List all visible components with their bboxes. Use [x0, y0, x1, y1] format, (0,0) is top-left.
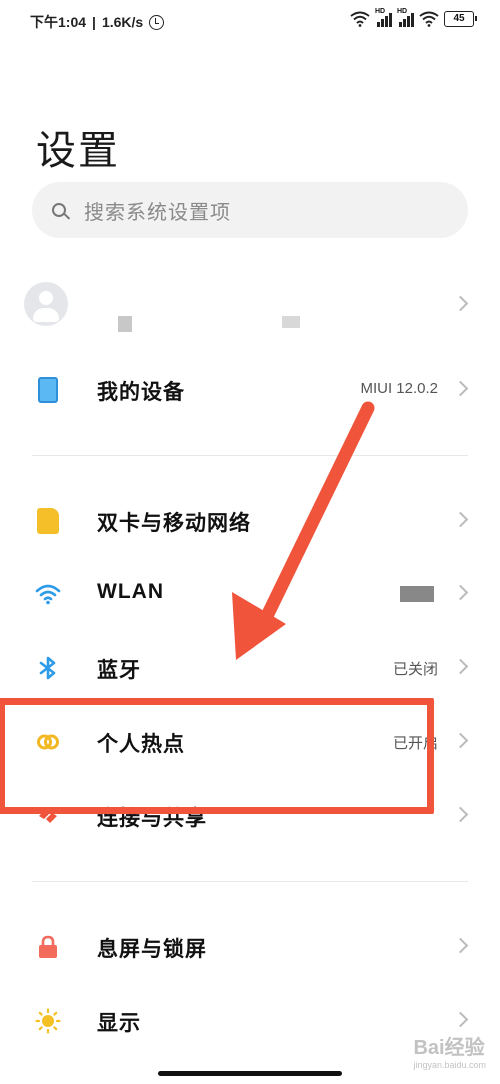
- item-label: 双卡与移动网络: [97, 512, 251, 535]
- item-value: 已关闭: [392, 661, 438, 678]
- chevron-right-icon: [452, 732, 469, 749]
- watermark: Bai经验 jingyan.baidu.com: [413, 1037, 486, 1070]
- settings-item-my-device[interactable]: 我的设备 MIUI 12.0.2: [0, 360, 500, 420]
- blurred-wlan-name: [400, 586, 434, 602]
- chevron-right-icon: [452, 584, 469, 601]
- battery-icon: 45: [444, 11, 477, 27]
- chevron-right-icon: [452, 1011, 469, 1028]
- divider: [32, 881, 468, 882]
- wifi-status-icon: [350, 11, 370, 27]
- search-input[interactable]: 搜索系统设置项: [32, 182, 468, 238]
- chevron-right-icon: [452, 806, 469, 823]
- settings-item-hotspot[interactable]: 个人热点 已开启: [0, 712, 500, 772]
- network-speed: 1.6K/s: [101, 14, 144, 30]
- device-icon: [38, 377, 58, 403]
- item-label: WLAN: [97, 580, 164, 603]
- account-row[interactable]: [0, 275, 500, 335]
- chevron-right-icon: [452, 511, 469, 528]
- item-label: 显示: [97, 1012, 141, 1035]
- lock-icon: [35, 934, 61, 960]
- status-time: 下午1:04: [30, 14, 87, 30]
- status-right: HD HD 45: [350, 8, 477, 27]
- alarm-icon: [149, 14, 165, 30]
- blurred-account-id: [282, 316, 300, 328]
- item-value: MIUI 12.0.2: [360, 380, 438, 397]
- settings-item-lock-screen[interactable]: 息屏与锁屏: [0, 917, 500, 977]
- search-placeholder: 搜索系统设置项: [84, 201, 231, 224]
- item-label: 我的设备: [97, 381, 185, 404]
- chevron-right-icon: [452, 380, 469, 397]
- signal-icon-sim2: HD: [397, 8, 414, 27]
- item-value: 已开启: [392, 735, 438, 752]
- chevron-right-icon: [452, 937, 469, 954]
- bluetooth-icon: [35, 655, 61, 681]
- blurred-account-name: [118, 316, 132, 332]
- item-label: 连接与共享: [97, 807, 207, 830]
- item-label: 息屏与锁屏: [97, 938, 207, 961]
- item-label: 蓝牙: [97, 659, 141, 682]
- signal-icon-sim1: HD: [375, 8, 392, 27]
- wifi-icon: [35, 581, 61, 607]
- page-title: 设置: [36, 129, 120, 173]
- sun-icon: [35, 1008, 61, 1034]
- settings-item-wlan[interactable]: WLAN: [0, 564, 500, 624]
- settings-item-sim[interactable]: 双卡与移动网络: [0, 491, 500, 551]
- item-label: 个人热点: [97, 733, 185, 756]
- home-indicator[interactable]: [158, 1071, 342, 1076]
- search-icon: [52, 203, 66, 217]
- status-left: 下午1:04 | 1.6K/s: [30, 12, 165, 32]
- status-bar: 下午1:04 | 1.6K/s HD HD 45: [0, 0, 500, 44]
- hotspot-icon: [35, 729, 61, 755]
- avatar[interactable]: [24, 282, 68, 326]
- settings-item-bluetooth[interactable]: 蓝牙 已关闭: [0, 638, 500, 698]
- share-icon: [35, 803, 61, 829]
- chevron-right-icon: [452, 295, 469, 312]
- divider: [32, 455, 468, 456]
- chevron-right-icon: [452, 658, 469, 675]
- wifi-status-icon-2: [419, 11, 439, 27]
- sim-card-icon: [37, 508, 59, 534]
- settings-item-share[interactable]: 连接与共享: [0, 786, 500, 846]
